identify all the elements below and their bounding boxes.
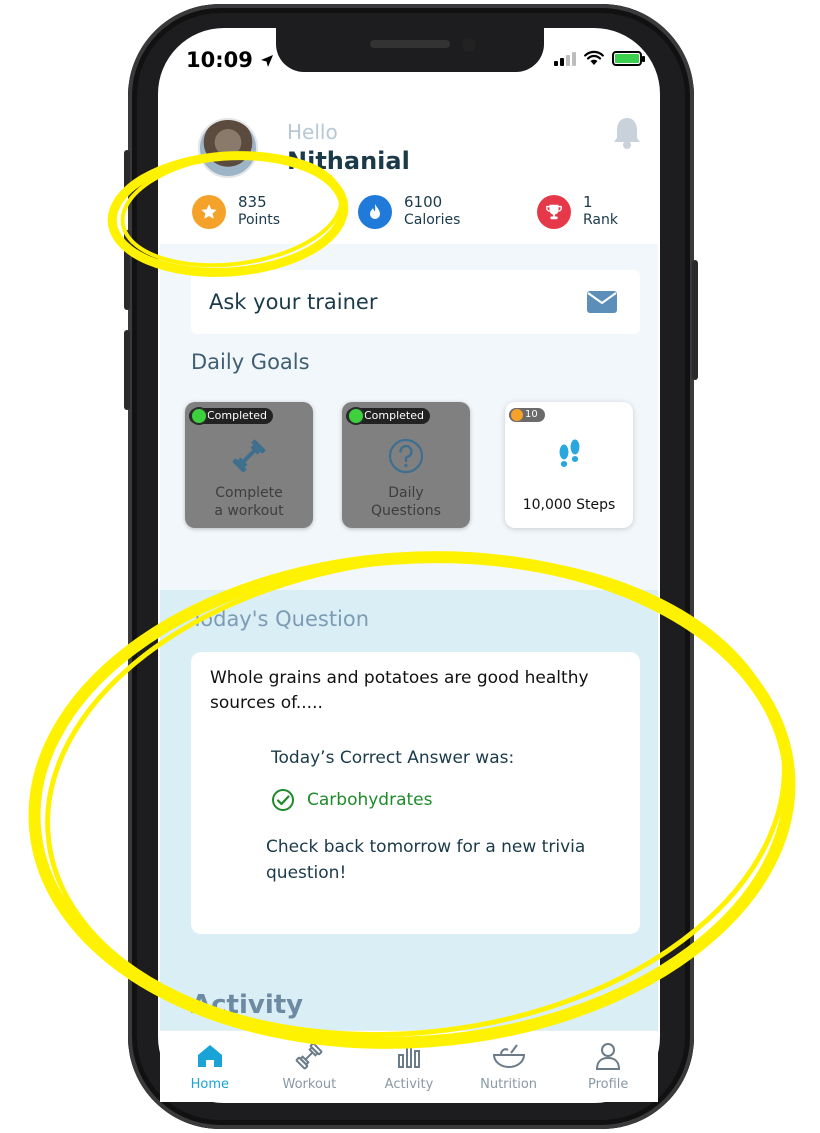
avatar[interactable] — [198, 118, 258, 178]
answer-row: Carbohydrates — [271, 788, 432, 812]
calories-label: Calories — [404, 212, 461, 228]
wifi-icon — [584, 50, 604, 65]
power-button — [692, 260, 698, 380]
flame-icon — [358, 194, 392, 229]
tab-label: Activity — [384, 1077, 434, 1092]
completed-badge: Completed — [189, 407, 273, 425]
check-back-text: Check back tomorrow for a new trivia que… — [266, 837, 586, 883]
mail-icon — [587, 291, 617, 313]
tab-activity[interactable]: Activity — [359, 1031, 459, 1102]
answer-label: Today’s Correct Answer was: — [271, 748, 515, 768]
cellular-signal-icon — [554, 50, 576, 66]
status-time: 10:09 — [186, 48, 274, 72]
question-card: Whole grains and potatoes are good healt… — [191, 652, 640, 934]
bar-chart-icon — [394, 1039, 424, 1073]
tab-label: Nutrition — [480, 1077, 538, 1092]
goal-label: Daily Questions — [371, 485, 441, 519]
stat-points: 835 Points — [192, 194, 280, 229]
completed-badge: Completed — [346, 407, 430, 425]
goal-card-steps[interactable]: 10 10,000 Steps — [505, 402, 633, 528]
daily-goals-title: Daily Goals — [191, 350, 310, 374]
location-arrow-icon — [261, 55, 274, 67]
bottom-tab-bar: Home Workout Activity Nutrition Profile — [160, 1030, 658, 1102]
points-value: 835 — [238, 193, 267, 211]
stat-calories: 6100 Calories — [358, 194, 460, 229]
stat-rank: 1 Rank — [537, 194, 618, 229]
notch — [276, 28, 544, 72]
footsteps-icon — [505, 438, 633, 472]
front-camera — [462, 38, 476, 52]
goal-label: Complete a workout — [214, 485, 284, 519]
points-label: Points — [238, 212, 281, 228]
activity-title: Activity — [191, 990, 304, 1020]
salad-bowl-icon — [491, 1039, 527, 1073]
dumbbell-icon — [185, 436, 313, 476]
tab-label: Profile — [587, 1077, 629, 1092]
volume-down-button — [124, 330, 130, 410]
battery-icon — [612, 50, 645, 66]
answer-value: Carbohydrates — [307, 790, 433, 810]
home-icon — [196, 1039, 224, 1073]
rank-value: 1 — [583, 193, 593, 211]
goal-card-daily-questions[interactable]: Completed Daily Questions — [342, 402, 470, 528]
tab-profile[interactable]: Profile — [558, 1031, 658, 1102]
user-icon — [594, 1039, 622, 1073]
goal-label: 10,000 Steps — [522, 497, 616, 513]
question-text: Whole grains and potatoes are good healt… — [210, 668, 589, 713]
mute-switch — [124, 150, 130, 190]
trophy-icon — [537, 194, 571, 229]
calories-value: 6100 — [404, 193, 443, 211]
question-circle-icon — [342, 436, 470, 476]
tab-home[interactable]: Home — [160, 1031, 260, 1102]
dumbbell-icon — [294, 1039, 324, 1073]
tab-label: Home — [190, 1077, 229, 1092]
tab-nutrition[interactable]: Nutrition — [459, 1031, 559, 1102]
greeting: Hello — [287, 120, 338, 144]
check-circle-icon — [272, 789, 294, 811]
ask-trainer-label: Ask your trainer — [209, 290, 378, 314]
notification-bell-icon[interactable] — [612, 116, 642, 154]
goal-card-workout[interactable]: Completed Complete a workout — [185, 402, 313, 528]
volume-up-button — [124, 230, 130, 310]
speaker — [370, 40, 450, 48]
points-badge: 10 — [509, 408, 545, 422]
status-icons — [554, 50, 645, 66]
rank-label: Rank — [583, 212, 618, 228]
tab-workout[interactable]: Workout — [260, 1031, 360, 1102]
todays-question-title: Today's Question — [191, 607, 370, 631]
user-name: Nithanial — [287, 147, 410, 175]
star-icon — [192, 194, 226, 229]
tab-label: Workout — [282, 1077, 337, 1092]
ask-trainer-card[interactable]: Ask your trainer — [191, 270, 640, 334]
